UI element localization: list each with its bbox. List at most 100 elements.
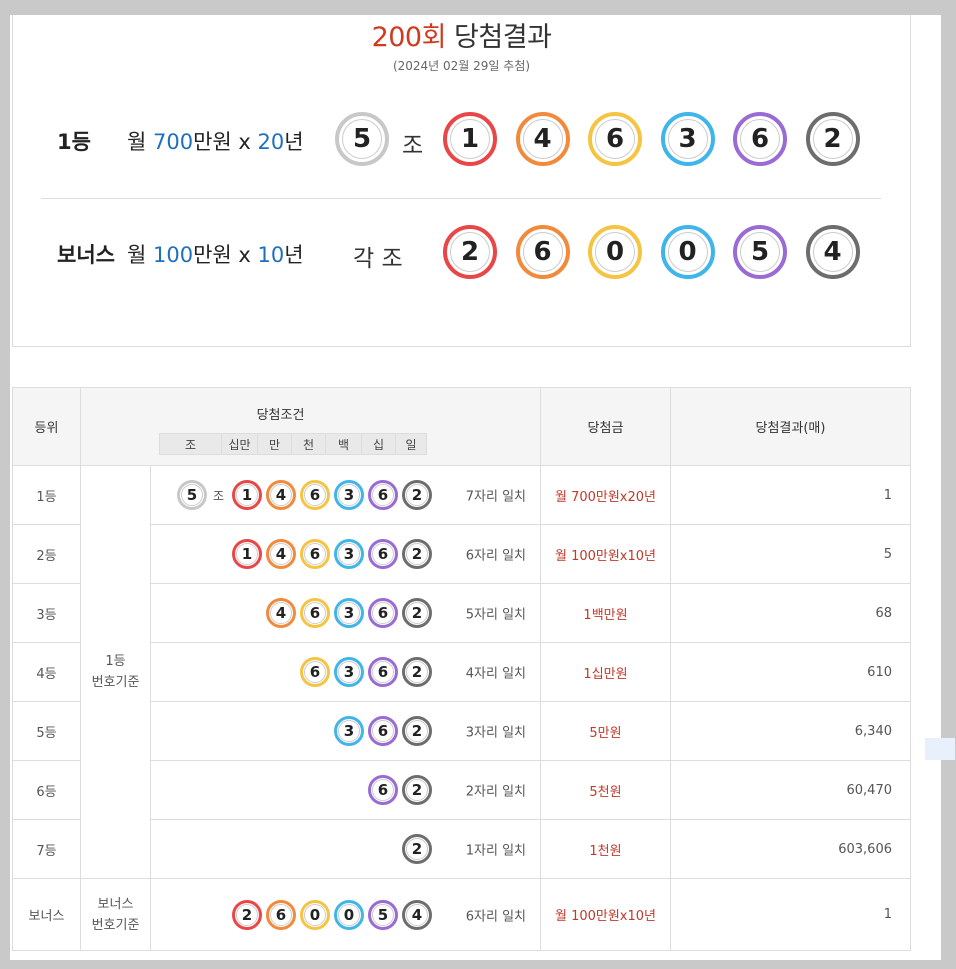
ball-number: 6 xyxy=(372,602,394,624)
ball-number: 2 xyxy=(406,484,428,506)
title-suffix: 당첨결과 xyxy=(454,22,552,53)
condition-cell: 2 1자리 일치 xyxy=(150,819,541,879)
ball-number: 2 xyxy=(406,543,428,565)
prize-amount: 5만원 xyxy=(540,701,671,761)
prize-header: 당첨금 xyxy=(540,387,671,466)
ball-number: 4 xyxy=(270,543,292,565)
ball-number: 2 xyxy=(236,903,258,926)
number-ball: 6 xyxy=(515,225,570,279)
number-ball: 2 xyxy=(402,834,432,864)
winner-count: 68 xyxy=(670,583,911,643)
first-prize-desc: 월 700만원 x 20년 xyxy=(127,126,304,156)
number-ball: 2 xyxy=(402,539,432,569)
prize-amount: 5천원 xyxy=(540,760,671,820)
winner-count: 610 xyxy=(670,642,911,702)
ball-number: 6 xyxy=(740,119,780,159)
number-ball: 3 xyxy=(334,598,364,628)
digit-header: 만 xyxy=(257,433,291,455)
number-ball: 2 xyxy=(402,480,432,510)
basis-cell: 보너스 번호기준 xyxy=(80,878,151,951)
number-ball: 4 xyxy=(515,112,570,166)
ball-number: 4 xyxy=(522,119,563,159)
desc-prefix: 월 xyxy=(127,243,153,267)
bonus-prize-row: 보너스 월 100만원 x 10년 각 조 260054 xyxy=(13,223,910,287)
number-ball: 2 xyxy=(805,112,860,166)
rank-cell: 1등 xyxy=(12,465,81,525)
number-ball: 3 xyxy=(334,657,364,687)
number-ball: 0 xyxy=(334,899,364,930)
ball-number: 5 xyxy=(372,903,394,926)
match-text: 4자리 일치 xyxy=(465,666,526,682)
ball-number: 3 xyxy=(667,119,708,159)
years: 10 xyxy=(257,243,285,267)
digit-header: 조 xyxy=(159,433,221,455)
match-text: 7자리 일치 xyxy=(465,489,526,505)
number-ball: 2 xyxy=(232,899,262,930)
prize-amount: 월 100만원x10년 xyxy=(540,524,671,584)
prize-amount: 월 100만원x10년 xyxy=(540,878,671,951)
years: 20 xyxy=(257,130,285,154)
draw-date: (2024년 02월 29일 추첨) xyxy=(392,59,531,73)
ball-number: 5 xyxy=(740,232,780,272)
jo-label: 조 xyxy=(402,133,424,159)
number-ball: 4 xyxy=(402,899,432,930)
number-ball: 6 xyxy=(368,480,398,510)
number-ball: 5 xyxy=(176,480,207,510)
number-ball: 2 xyxy=(443,225,497,279)
matched-balls: 2 xyxy=(402,834,432,864)
number-ball: 6 xyxy=(368,716,398,746)
basis-cell: 1등 번호기준 xyxy=(80,465,151,879)
winner-count: 1 xyxy=(670,465,911,525)
rank-cell: 2등 xyxy=(12,524,81,584)
digit-header: 일 xyxy=(395,433,427,455)
ball-number: 5 xyxy=(180,484,203,506)
number-ball: 2 xyxy=(402,775,432,805)
prize-amount: 1백만원 xyxy=(540,583,671,643)
number-ball: 1 xyxy=(232,480,262,510)
scroll-hint xyxy=(925,738,955,760)
rank-cell: 4등 xyxy=(12,642,81,702)
match-text: 5자리 일치 xyxy=(465,607,526,623)
ball-number: 2 xyxy=(406,720,428,742)
ball-number: 3 xyxy=(338,720,360,742)
ball-number: 6 xyxy=(270,903,292,926)
digit-header: 천 xyxy=(291,433,325,455)
ball-number: 6 xyxy=(595,119,635,159)
prize-amount: 1십만원 xyxy=(540,642,671,702)
page-title: 200회 당첨결과 xyxy=(13,15,910,54)
rank-cell: 5등 xyxy=(12,701,81,761)
digit-header: 백 xyxy=(325,433,361,455)
rank-cell: 보너스 xyxy=(12,878,81,951)
bonus-prize-desc: 월 100만원 x 10년 xyxy=(127,239,304,269)
first-prize-row: 1등 월 700만원 x 20년 5 조 146362 xyxy=(13,110,910,174)
winner-count: 603,606 xyxy=(670,819,911,879)
number-ball: 6 xyxy=(300,598,330,628)
ball-number: 1 xyxy=(236,484,258,506)
ball-number: 6 xyxy=(304,484,326,506)
ball-number: 6 xyxy=(372,484,394,506)
number-ball: 1 xyxy=(232,539,262,569)
ball-number: 3 xyxy=(338,661,360,683)
each-group-label: 각 조 xyxy=(353,246,403,272)
matched-balls: 362 xyxy=(334,716,432,746)
match-text: 3자리 일치 xyxy=(465,725,526,741)
desc-mid: 만원 x xyxy=(193,130,258,154)
ball-number: 1 xyxy=(236,543,258,565)
number-ball: 0 xyxy=(588,225,642,279)
ball-number: 3 xyxy=(338,484,360,506)
ball-number: 2 xyxy=(406,779,428,801)
page: 200회 당첨결과 (2024년 02월 29일 추첨) 1등 월 700만원 … xyxy=(10,15,941,960)
winner-count: 5 xyxy=(670,524,911,584)
matched-balls: 5조146362 xyxy=(176,480,432,510)
match-text: 6자리 일치 xyxy=(465,548,526,564)
number-ball: 4 xyxy=(266,539,296,569)
ball-number: 6 xyxy=(304,602,326,624)
rank-cell: 6등 xyxy=(12,760,81,820)
winner-count: 6,340 xyxy=(670,701,911,761)
condition-header: 당첨조건 조 십만 만 천 백 십 일 xyxy=(80,387,541,466)
matched-balls: 260054 xyxy=(232,899,432,930)
first-prize-label: 1등 xyxy=(57,130,91,154)
prize-amount: 월 700만원x20년 xyxy=(540,465,671,525)
digit-header-row: 조 십만 만 천 백 십 일 xyxy=(159,433,540,455)
ball-number: 1 xyxy=(450,119,490,159)
